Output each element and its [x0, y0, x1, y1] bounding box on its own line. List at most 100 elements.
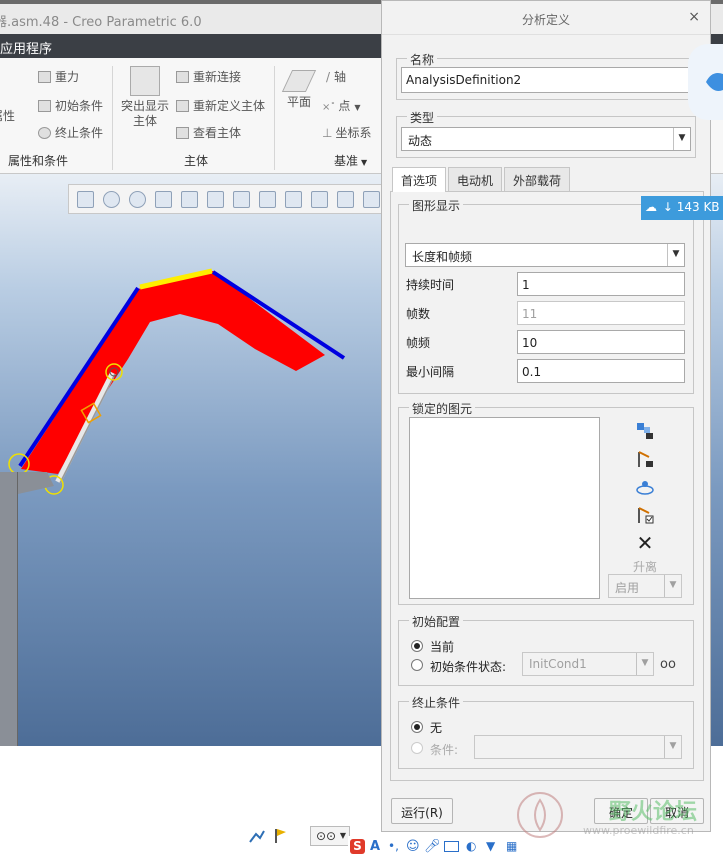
view-body-label: 查看主体: [193, 126, 242, 140]
plane-button[interactable]: 平面: [281, 70, 317, 110]
initial-condition-button[interactable]: 初始条件: [38, 97, 103, 114]
grid-icon[interactable]: ▦: [506, 839, 521, 854]
current-radio[interactable]: [411, 640, 423, 652]
init-state-radio[interactable]: [411, 659, 423, 671]
axis-icon: /: [326, 70, 331, 84]
termination-condition-button[interactable]: 终止条件: [38, 124, 103, 141]
properties-button[interactable]: 属性: [0, 76, 18, 124]
cancel-button[interactable]: 取消: [650, 798, 704, 824]
locked-entities-list[interactable]: [409, 417, 600, 599]
datum-label: 基准: [334, 154, 359, 168]
view-body-icon: [176, 127, 189, 139]
gravity-button[interactable]: 重力: [38, 68, 79, 85]
csys-icon: ⊥: [322, 126, 333, 140]
download-arrow-icon: ↓: [662, 200, 673, 214]
upload-size: 143 KB: [676, 200, 720, 214]
plane-label: 平面: [286, 95, 311, 109]
mechanism-model[interactable]: [0, 174, 381, 746]
voice-icon[interactable]: 🎤︎: [424, 839, 441, 854]
lock-point-icon[interactable]: [635, 477, 655, 497]
tab-preferences[interactable]: 首选项: [392, 167, 447, 192]
view-body-button[interactable]: 查看主体: [176, 124, 241, 141]
axis-button[interactable]: / 轴: [326, 68, 346, 85]
enable-connection-icon[interactable]: [635, 505, 655, 525]
menu-item-applications[interactable]: 应用程序: [0, 38, 52, 57]
point-button[interactable]: ×˟ 点 ▼: [322, 97, 361, 114]
chevron-down-icon: ▼: [664, 575, 681, 597]
ime-mode-icon[interactable]: A: [370, 839, 385, 854]
highlight-body-icon: [130, 66, 160, 96]
emoji-icon[interactable]: ☺: [406, 839, 421, 854]
none-radio[interactable]: [411, 721, 423, 733]
condition-radio: [411, 742, 423, 754]
initial-config-label: 初始配置: [409, 613, 464, 630]
dialog-title: 分析定义: [521, 13, 570, 27]
init-state-label: 初始条件状态:: [430, 660, 507, 674]
analysis-definition-dialog: 分析定义 × 名称 AnalysisDefinition2 类型 动态 ▼ 首选…: [381, 0, 711, 832]
floating-avatar[interactable]: [688, 44, 723, 120]
ok-button[interactable]: 确定: [594, 798, 648, 824]
reconnect-button[interactable]: 重新连接: [176, 68, 241, 85]
redefine-body-button[interactable]: 重新定义主体: [176, 97, 265, 114]
graphic-display-label: 图形显示: [409, 197, 464, 214]
gravity-icon: [38, 71, 51, 83]
type-label: 类型: [407, 109, 438, 126]
tab-label: 电动机: [457, 174, 494, 188]
frame-rate-input[interactable]: 10: [517, 330, 685, 354]
type-select[interactable]: 动态 ▼: [401, 127, 691, 151]
flag-icon[interactable]: [272, 828, 290, 844]
min-interval-label: 最小间隔: [406, 365, 455, 379]
frames-input: 11: [517, 301, 685, 325]
display-mode-value: 长度和帧频: [412, 250, 473, 264]
skin-icon[interactable]: ◐: [466, 839, 481, 854]
enable-select: 启用 ▼: [608, 574, 682, 598]
group-label-datum[interactable]: 基准 ▼: [334, 152, 367, 169]
name-label: 名称: [407, 51, 438, 68]
punctuation-icon[interactable]: •,: [388, 839, 403, 854]
find-icon[interactable]: ⊙⊙ ▼: [310, 826, 350, 846]
group-label-body: 主体: [184, 154, 209, 168]
none-label: 无: [430, 721, 443, 735]
termination-condition-label: 终止条件: [55, 126, 104, 140]
min-interval-input[interactable]: 0.1: [517, 359, 685, 383]
name-input[interactable]: AnalysisDefinition2: [401, 67, 691, 93]
lock-body-icon[interactable]: [635, 421, 655, 441]
tab-label: 外部载荷: [513, 174, 562, 188]
pointer-icon: [249, 830, 265, 843]
sogou-s-icon[interactable]: S: [350, 839, 365, 854]
frames-label: 帧数: [406, 307, 431, 321]
current-label: 当前: [430, 640, 455, 654]
duration-input[interactable]: 1: [517, 272, 685, 296]
ime-toolbar: S A •, ☺ 🎤︎ ◐ ▼ ▦: [348, 836, 553, 857]
dialog-titlebar[interactable]: 分析定义 ×: [382, 1, 710, 35]
lock-connection-icon[interactable]: [635, 449, 655, 469]
gravity-label: 重力: [55, 70, 80, 84]
chevron-down-icon: ▼: [361, 158, 368, 167]
shirt-icon[interactable]: ▼: [486, 839, 501, 854]
upload-badge[interactable]: ☁ ↓ 143 KB: [641, 196, 723, 220]
display-mode-select[interactable]: 长度和帧频 ▼: [405, 243, 685, 267]
delete-x-icon[interactable]: ✕: [635, 533, 655, 553]
enable-connection-shape: [638, 507, 654, 524]
run-button[interactable]: 运行(R): [391, 798, 453, 824]
tab-label: 首选项: [401, 174, 438, 188]
ground-part: [0, 472, 18, 746]
csys-button[interactable]: ⊥ 坐标系: [322, 124, 371, 141]
highlight-body-label-1: 突出显示: [120, 99, 169, 113]
binoculars-icon: ⊙⊙: [316, 829, 337, 843]
glasses-icon[interactable]: oo: [660, 657, 676, 672]
redefine-body-icon: [176, 100, 189, 112]
initial-condition-label: 初始条件: [55, 99, 104, 113]
flag-shape: [275, 829, 286, 843]
chevron-down-icon: ▼: [673, 128, 690, 150]
highlight-body-button[interactable]: 突出显示 主体: [118, 66, 172, 129]
tab-motors[interactable]: 电动机: [448, 167, 503, 191]
locked-entities-label: 锁定的图元: [409, 400, 476, 417]
type-value: 动态: [408, 134, 433, 148]
keyboard-icon[interactable]: [444, 841, 459, 852]
close-icon[interactable]: ×: [688, 9, 700, 25]
tab-external-loads[interactable]: 外部载荷: [504, 167, 571, 191]
redefine-body-label: 重新定义主体: [193, 99, 266, 113]
chevron-down-icon: ▼: [354, 103, 361, 112]
selection-filter-icon[interactable]: [248, 828, 266, 844]
